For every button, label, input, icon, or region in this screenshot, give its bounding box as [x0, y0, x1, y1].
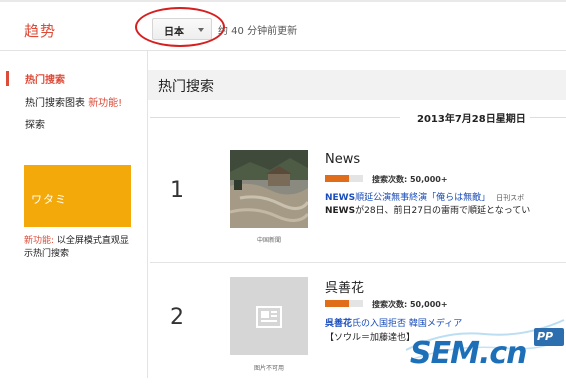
fullscreen-promo-description[interactable]: 新功能: 以全屏模式直观显示热门搜索 — [24, 235, 134, 261]
search-volume-bar — [325, 300, 349, 307]
active-indicator — [6, 71, 9, 86]
country-dropdown-label: 日本 — [164, 27, 184, 38]
trend-term[interactable]: 呉善花 — [325, 277, 364, 296]
new-feature-badge: 新功能: — [24, 236, 55, 246]
country-dropdown[interactable]: 日本 — [152, 18, 212, 40]
last-updated-text: 约 40 分钟前更新 — [218, 26, 298, 37]
snippet-keyword: NEWS — [325, 206, 356, 216]
search-count: 搜索次数: 50,000+ — [372, 300, 448, 309]
flood-photo — [230, 150, 308, 228]
row-divider — [150, 262, 566, 263]
trend-rank: 1 — [170, 178, 184, 203]
news-thumbnail[interactable] — [230, 150, 308, 228]
main-title-bar: 热门搜索 — [148, 70, 566, 100]
divider — [530, 117, 566, 118]
sem-watermark: SEM.cn PP — [404, 310, 566, 378]
sidebar: 热门搜索 热门搜索图表 新功能! 探索 ワタミ 新功能: 以全屏模式直观显示热门… — [0, 51, 148, 378]
news-snippet: NEWSが28日、前日27日の雷雨で順延となってい — [325, 203, 530, 216]
sidebar-item-hot-searches[interactable]: 热门搜索 — [25, 71, 65, 86]
promo-image-text: ワタミ — [31, 193, 67, 206]
search-volume-track — [349, 300, 363, 307]
watermark-text: SEM.cn — [410, 336, 527, 371]
fullscreen-promo-image[interactable]: ワタミ — [24, 165, 131, 227]
trend-row: 1 中国新聞 News 搜索次数: 50,000+ NEWS順延公演無事終演「俺… — [148, 140, 566, 260]
image-caption: 图片不可用 — [253, 365, 284, 372]
image-unavailable-thumbnail[interactable] — [230, 277, 308, 355]
headline-keyword: 呉善花 — [325, 319, 353, 329]
sidebar-item-label: 热门搜索图表 — [25, 98, 85, 109]
news-source: 日刊スポ — [496, 194, 525, 202]
image-caption: 中国新聞 — [256, 237, 281, 244]
new-feature-badge: 新功能! — [88, 98, 123, 109]
news-snippet: 【ソウル＝加藤達也】 — [325, 330, 415, 343]
image-placeholder-icon — [230, 277, 308, 355]
news-headline-link[interactable]: NEWS順延公演無事終演「俺らは無敵」 日刊スポ — [325, 190, 524, 203]
watermark-sub: PP — [537, 330, 554, 343]
trends-logo[interactable]: 趋势 — [24, 20, 56, 41]
header: 趋势 日本 约 40 分钟前更新 — [0, 2, 566, 51]
search-volume-bar — [325, 175, 349, 182]
headline-text: 順延公演無事終演「俺らは無敵」 — [355, 193, 491, 203]
search-volume-track — [349, 175, 363, 182]
trend-rank: 2 — [170, 305, 184, 330]
snippet-text: が28日、前日27日の雷雨で順延となってい — [355, 206, 531, 216]
page-title: 热门搜索 — [158, 79, 214, 95]
search-count: 搜索次数: 50,000+ — [372, 175, 448, 184]
headline-keyword: NEWS — [325, 193, 356, 203]
sidebar-item-hot-searches-chart[interactable]: 热门搜索图表 新功能! — [25, 94, 122, 109]
chevron-down-icon — [198, 28, 204, 32]
date-heading: 2013年7月28日星期日 — [413, 110, 530, 125]
sidebar-item-explore[interactable]: 探索 — [25, 116, 45, 131]
snippet-text: 【ソウル＝加藤達也】 — [325, 333, 416, 343]
trend-term[interactable]: News — [325, 152, 360, 167]
divider — [150, 117, 400, 118]
